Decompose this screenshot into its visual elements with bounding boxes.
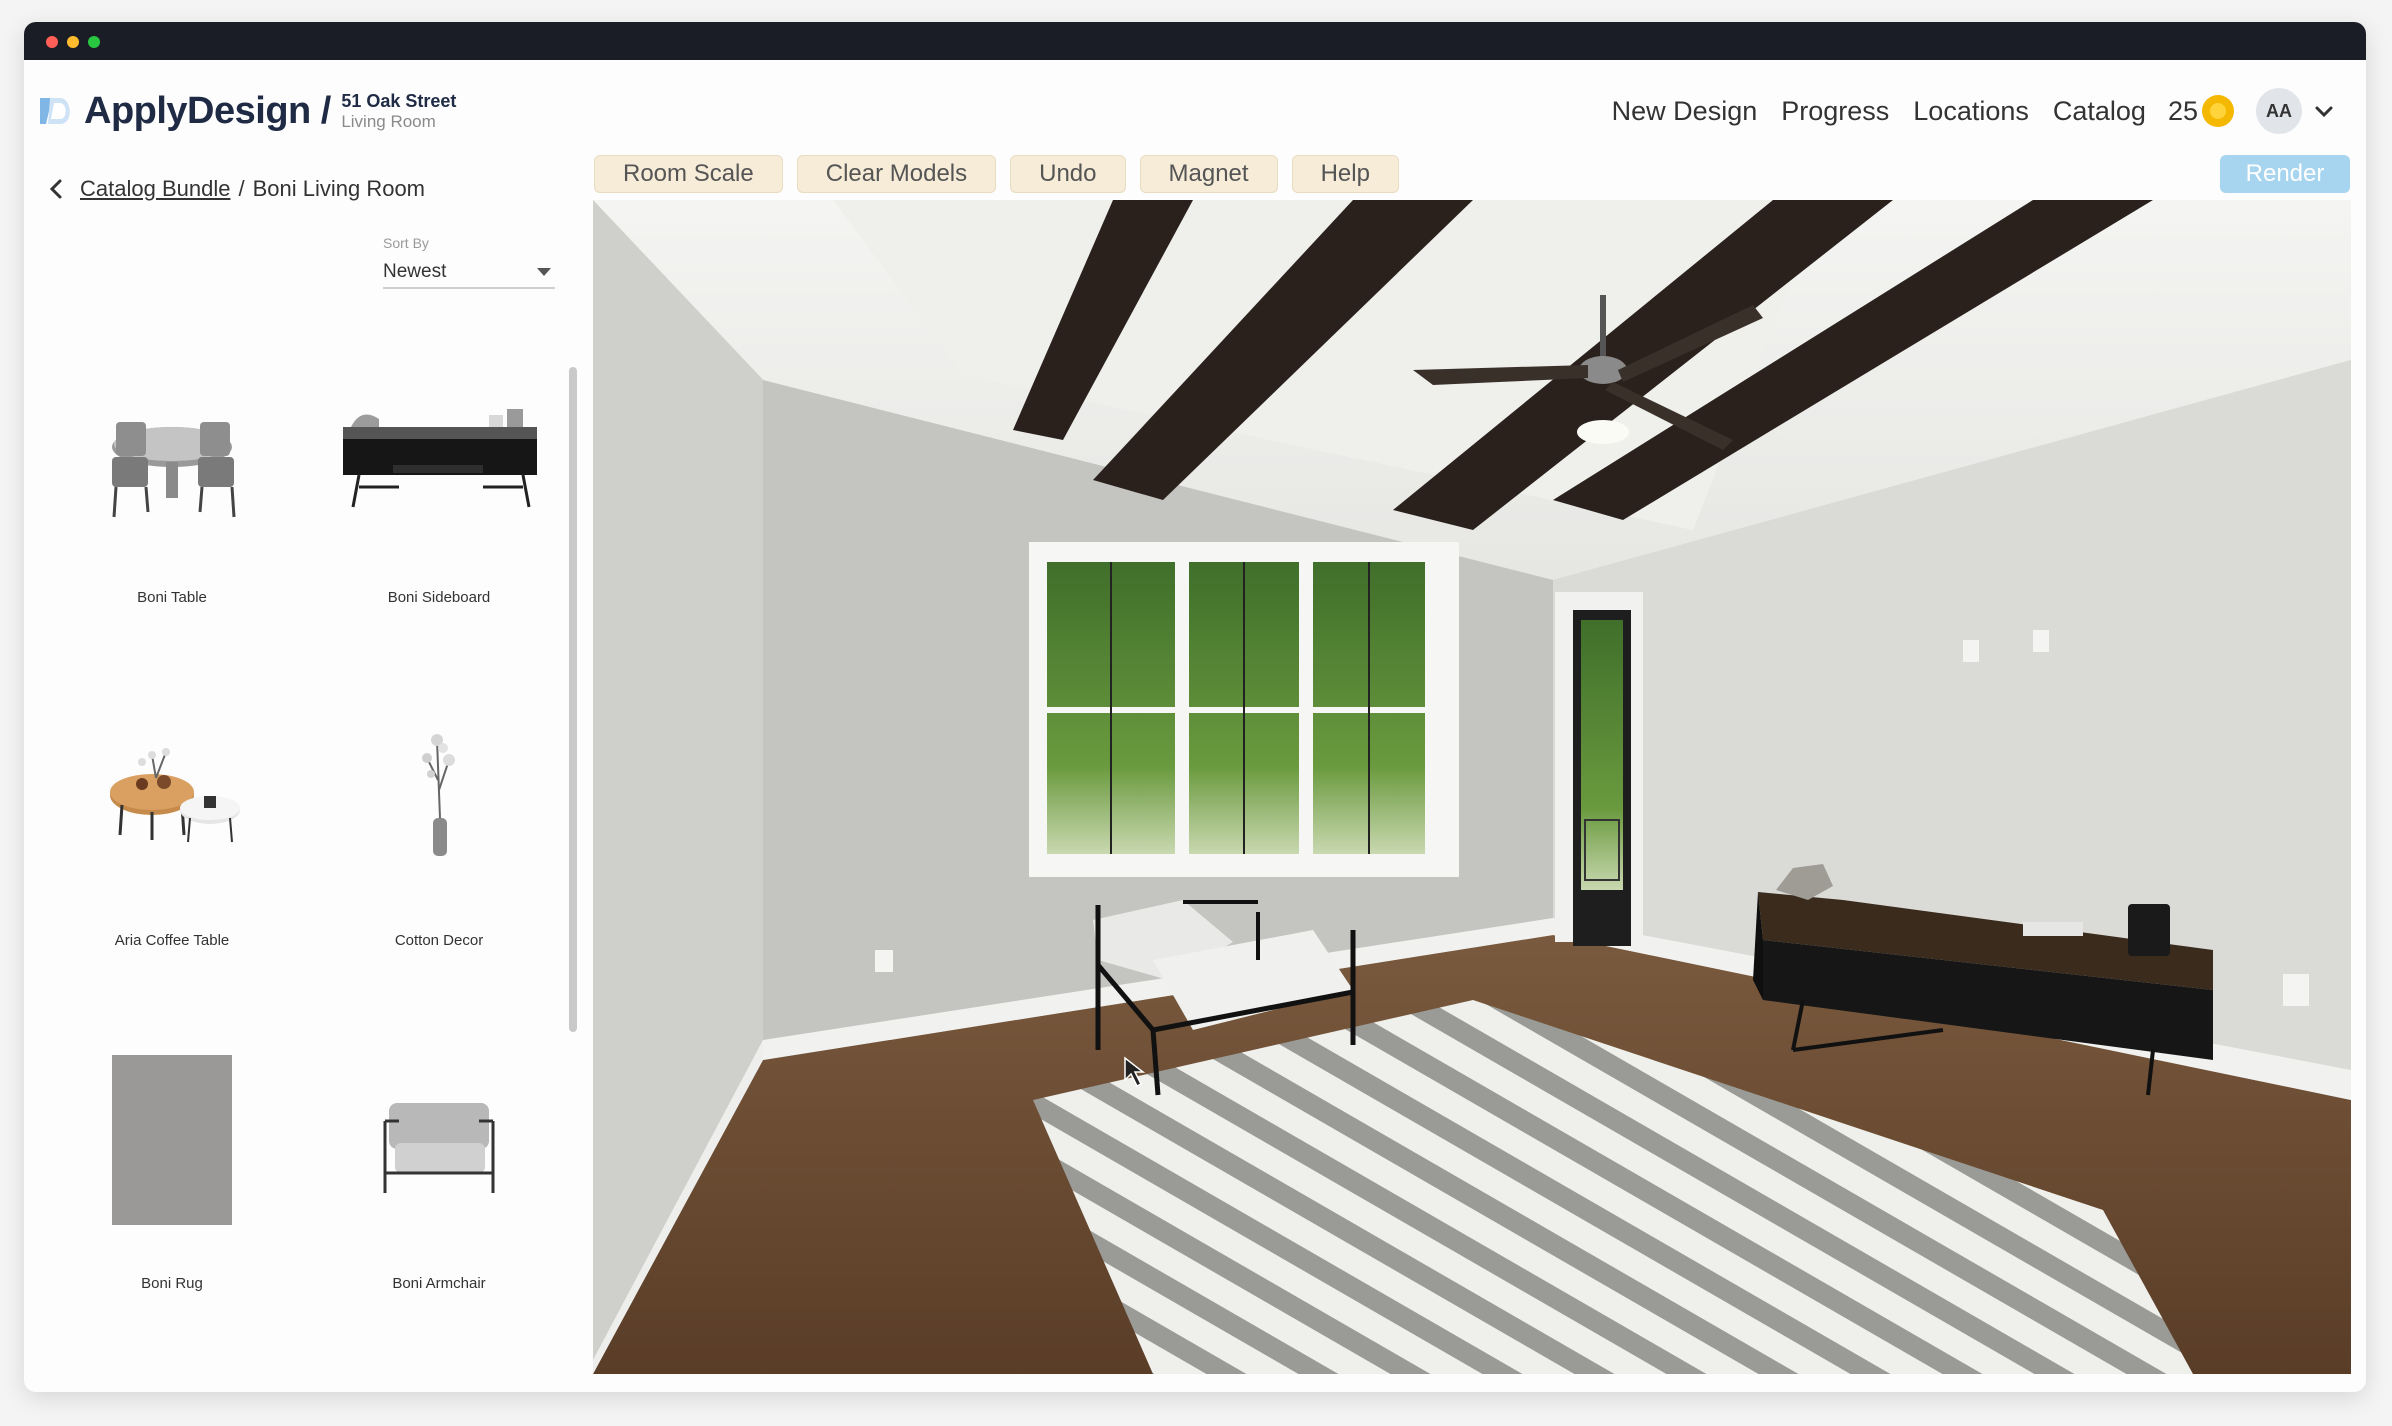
- window-titlebar: [24, 22, 2366, 60]
- nav-progress[interactable]: Progress: [1781, 96, 1889, 127]
- product-card-aria-coffee-table[interactable]: Aria Coffee Table: [52, 700, 292, 1000]
- vase-icon: [422, 734, 455, 856]
- product-name: Boni Sideboard: [387, 589, 491, 606]
- product-name: Boni Armchair: [392, 1275, 486, 1292]
- credits-count: 25: [2167, 95, 2198, 126]
- breadcrumb-current: Boni Living Room: [252, 176, 426, 201]
- dining-table-icon: [112, 422, 236, 518]
- project-info: 51 Oak Street Living Room: [341, 92, 456, 130]
- room-3d-viewport[interactable]: [593, 200, 2351, 1374]
- app-window: ApplyDesign / 51 Oak Street Living Room …: [24, 22, 2366, 1392]
- nav-new-design[interactable]: New Design: [1612, 96, 1758, 127]
- product-card-boni-rug[interactable]: Boni Rug: [52, 1043, 292, 1343]
- rug-icon: [112, 1055, 232, 1225]
- project-room: Living Room: [341, 112, 436, 131]
- coin-icon: [2202, 95, 2234, 127]
- top-navigation: New Design Progress Locations Catalog 25…: [1588, 86, 2336, 136]
- room-scene[interactable]: [593, 200, 2351, 1374]
- product-name: Aria Coffee Table: [114, 932, 230, 949]
- catalog-sidebar: Sort By Newest Boni Table Boni Sideboard…: [24, 217, 584, 1377]
- scrollbar-thumb[interactable]: [569, 367, 577, 1032]
- coffee-table-icon: [110, 748, 240, 843]
- magnet-button[interactable]: Magnet: [1139, 155, 1278, 193]
- sort-dropdown[interactable]: Sort By Newest: [383, 235, 555, 289]
- clear-models-button[interactable]: Clear Models: [796, 155, 997, 193]
- editor-toolbar: Room Scale Clear Models Undo Magnet Help: [594, 155, 1413, 193]
- sideboard-icon: [343, 409, 537, 508]
- sidebar-scrollbar[interactable]: [567, 217, 579, 1377]
- back-arrow-icon[interactable]: [46, 178, 68, 200]
- project-separator: /: [320, 89, 332, 132]
- undo-button[interactable]: Undo: [1010, 155, 1126, 193]
- credits-balance[interactable]: 25: [2168, 95, 2234, 127]
- armchair-icon: [383, 1103, 495, 1193]
- product-card-boni-sideboard[interactable]: Boni Sideboard: [319, 357, 559, 657]
- breadcrumb-separator: /: [238, 176, 245, 201]
- room-scale-button[interactable]: Room Scale: [594, 155, 783, 193]
- nav-locations[interactable]: Locations: [1913, 96, 2029, 127]
- nav-catalog[interactable]: Catalog: [2053, 96, 2146, 127]
- project-name: 51 Oak Street: [341, 91, 457, 111]
- maximize-window-dot[interactable]: [88, 36, 100, 48]
- help-button[interactable]: Help: [1291, 155, 1399, 193]
- brand-header: ApplyDesign / 51 Oak Street Living Room: [38, 86, 456, 136]
- brand-name[interactable]: ApplyDesign: [84, 90, 311, 133]
- close-window-dot[interactable]: [46, 36, 58, 48]
- product-name: Cotton Decor: [394, 932, 484, 949]
- sort-label: Sort By: [383, 235, 429, 251]
- minimize-window-dot[interactable]: [67, 36, 79, 48]
- caret-down-icon: [537, 268, 551, 276]
- sort-select[interactable]: Newest: [383, 257, 555, 289]
- product-card-boni-table[interactable]: Boni Table: [52, 357, 292, 657]
- applydesign-logo-icon[interactable]: [38, 94, 76, 128]
- user-avatar[interactable]: AA: [2256, 88, 2302, 134]
- product-card-cotton-decor[interactable]: Cotton Decor: [319, 700, 559, 1000]
- product-name: Boni Table: [137, 589, 207, 606]
- render-button[interactable]: Render: [2220, 155, 2350, 193]
- product-name: Boni Rug: [141, 1275, 203, 1292]
- breadcrumb-catalog-bundle[interactable]: Catalog Bundle: [80, 176, 230, 202]
- breadcrumb: Catalog Bundle / Boni Living Room: [46, 176, 425, 202]
- sort-value: Newest: [383, 261, 447, 282]
- product-card-boni-armchair[interactable]: Boni Armchair: [319, 1043, 559, 1343]
- chevron-down-icon[interactable]: [2312, 99, 2336, 123]
